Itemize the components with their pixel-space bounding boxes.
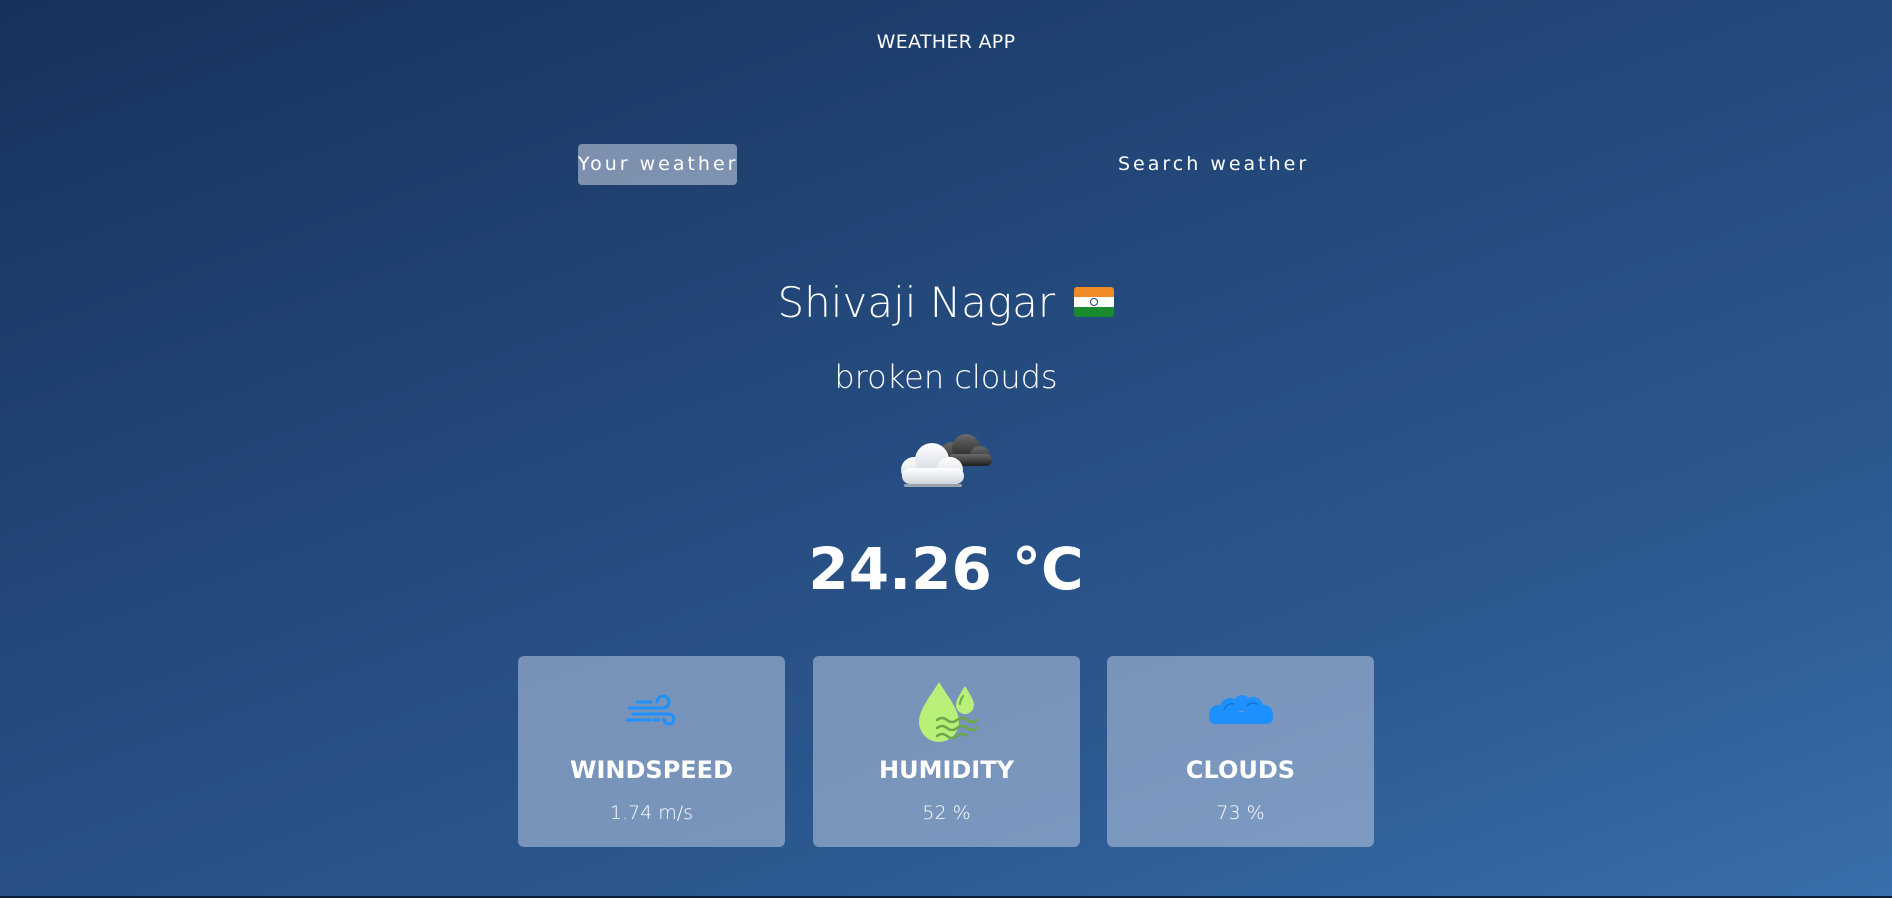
broken-clouds-icon xyxy=(894,424,1004,494)
temperature: 24.26 °C xyxy=(808,535,1084,603)
windspeed-value: 1.74 m/s xyxy=(609,802,694,824)
city-name: Shivaji Nagar xyxy=(777,278,1056,327)
humidity-drops-icon xyxy=(813,680,1080,746)
humidity-label: HUMIDITY xyxy=(879,756,1014,784)
windspeed-label: WINDSPEED xyxy=(570,756,733,784)
wind-icon xyxy=(518,692,785,732)
humidity-card: HUMIDITY 52 % xyxy=(813,656,1080,847)
cloud-icon xyxy=(1107,694,1374,730)
city-heading: Shivaji Nagar xyxy=(0,278,1892,327)
humidity-value: 52 % xyxy=(922,802,971,824)
clouds-card: CLOUDS 73 % xyxy=(1107,656,1374,847)
clouds-value: 73 % xyxy=(1216,802,1265,824)
windspeed-card: WINDSPEED 1.74 m/s xyxy=(518,656,785,847)
weather-description: broken clouds xyxy=(834,358,1058,396)
india-flag-icon xyxy=(1074,286,1115,317)
clouds-label: CLOUDS xyxy=(1185,756,1296,784)
tab-bar: Your weather Search weather xyxy=(578,144,1314,185)
tab-search-weather[interactable]: Search weather xyxy=(1107,144,1320,185)
tab-your-weather[interactable]: Your weather xyxy=(578,144,737,185)
app-title: WEATHER APP xyxy=(876,31,1016,53)
